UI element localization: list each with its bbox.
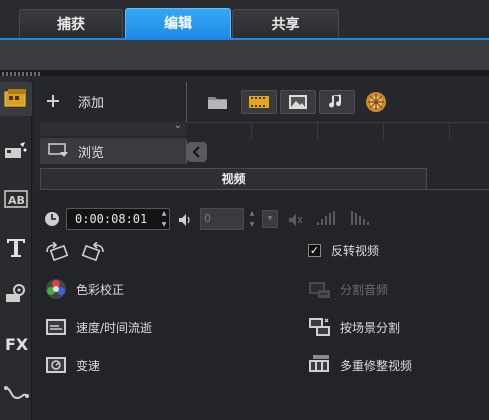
volume-down-icon[interactable]: ▼ [246,219,258,230]
flash-filter-icon[interactable] [358,90,394,114]
options-divider [40,189,489,190]
scene-split-icon [308,316,332,338]
split-audio-icon [308,278,332,300]
speed-timelapse-button[interactable]: 速度/时间流逝 [44,316,152,338]
variable-speed-label: 变速 [76,358,101,373]
tab-video-options[interactable]: 视频 [40,168,427,190]
video-editor-window: 捕获 编辑 共享 AB FX 添加 ⌄ 浏览 视频 0:00:08:01 ▲ ▼… [0,0,489,420]
sub-toolbar [0,40,489,70]
scene-split-button[interactable]: 按场景分割 [308,316,400,338]
add-category-label: 添加 [78,95,105,111]
browse-category-label: 浏览 [78,145,105,161]
color-correction-button[interactable]: 色彩校正 [44,278,124,300]
color-wheel-icon [44,278,68,300]
scene-split-label: 按场景分割 [340,320,401,335]
multi-trim-icon [308,354,332,376]
chevron-down-icon[interactable]: ⌄ [174,120,182,131]
text-title-icon[interactable] [0,230,32,264]
tab-edit[interactable]: 编辑 [125,8,231,40]
duration-timecode-input[interactable]: 0:00:08:01 [66,208,170,230]
color-correction-label: 色彩校正 [76,282,125,297]
library-category-list: 添加 ⌄ 浏览 [40,84,186,164]
variable-speed-icon [44,354,68,376]
tab-share[interactable]: 共享 [232,9,339,39]
library-ruler [186,122,489,140]
multi-trim-button[interactable]: 多重修整视频 [308,354,412,376]
audio-filter-icon[interactable] [319,90,355,114]
graphics-icon[interactable] [0,276,32,310]
svg-text:FX: FX [5,335,29,354]
plus-icon [46,94,68,108]
fx-filter-icon[interactable]: FX [0,326,32,360]
left-tool-column: AB FX [0,76,32,420]
motion-path-icon[interactable] [0,376,32,410]
transition-icon[interactable] [0,134,32,168]
fade-out-icon[interactable] [350,210,370,230]
duration-stepper[interactable]: ▲ ▼ [158,208,170,230]
folder-icon[interactable] [200,90,236,114]
stepper-up-icon[interactable]: ▲ [158,208,170,219]
photo-filter-icon[interactable] [280,90,316,114]
speed-timelapse-label: 速度/时间流逝 [76,320,153,335]
svg-text:AB: AB [8,194,25,207]
browse-category-button[interactable]: 浏览 [40,138,186,164]
fade-in-icon[interactable] [316,210,336,230]
reverse-video-label: 反转视频 [331,244,380,258]
chevron-left-icon [192,146,202,158]
video-filter-icon[interactable] [241,90,277,114]
rotate-right-icon[interactable] [80,241,106,266]
clock-icon [44,211,60,231]
tab-capture[interactable]: 捕获 [19,9,123,39]
browse-icon [48,143,70,159]
split-audio-button[interactable]: 分割音频 [308,278,388,300]
speaker-icon[interactable] [178,212,194,231]
reverse-video-checkbox-row[interactable]: ✓ 反转视频 [308,242,379,259]
title-ab-icon[interactable]: AB [0,182,32,216]
multi-trim-label: 多重修整视频 [340,358,413,373]
collapse-panel-button[interactable] [187,142,207,162]
speed-timelapse-icon [44,316,68,338]
reverse-video-checkbox[interactable]: ✓ [308,244,321,257]
add-category-button[interactable]: 添加 [46,88,104,114]
top-tab-bar: 捕获 编辑 共享 [0,0,489,40]
rotate-left-icon[interactable] [44,241,70,266]
volume-input[interactable]: 0 [200,208,244,230]
volume-stepper[interactable]: ▲ ▼ [246,208,258,230]
category-scroll-row: ⌄ [40,120,186,136]
mute-icon[interactable] [288,212,304,231]
media-library-icon[interactable] [0,82,32,116]
stepper-down-icon[interactable]: ▼ [158,219,170,230]
volume-reset-button[interactable]: ▼ [262,210,278,228]
volume-up-icon[interactable]: ▲ [246,208,258,219]
split-audio-label: 分割音频 [340,282,389,297]
variable-speed-button[interactable]: 变速 [44,354,100,376]
